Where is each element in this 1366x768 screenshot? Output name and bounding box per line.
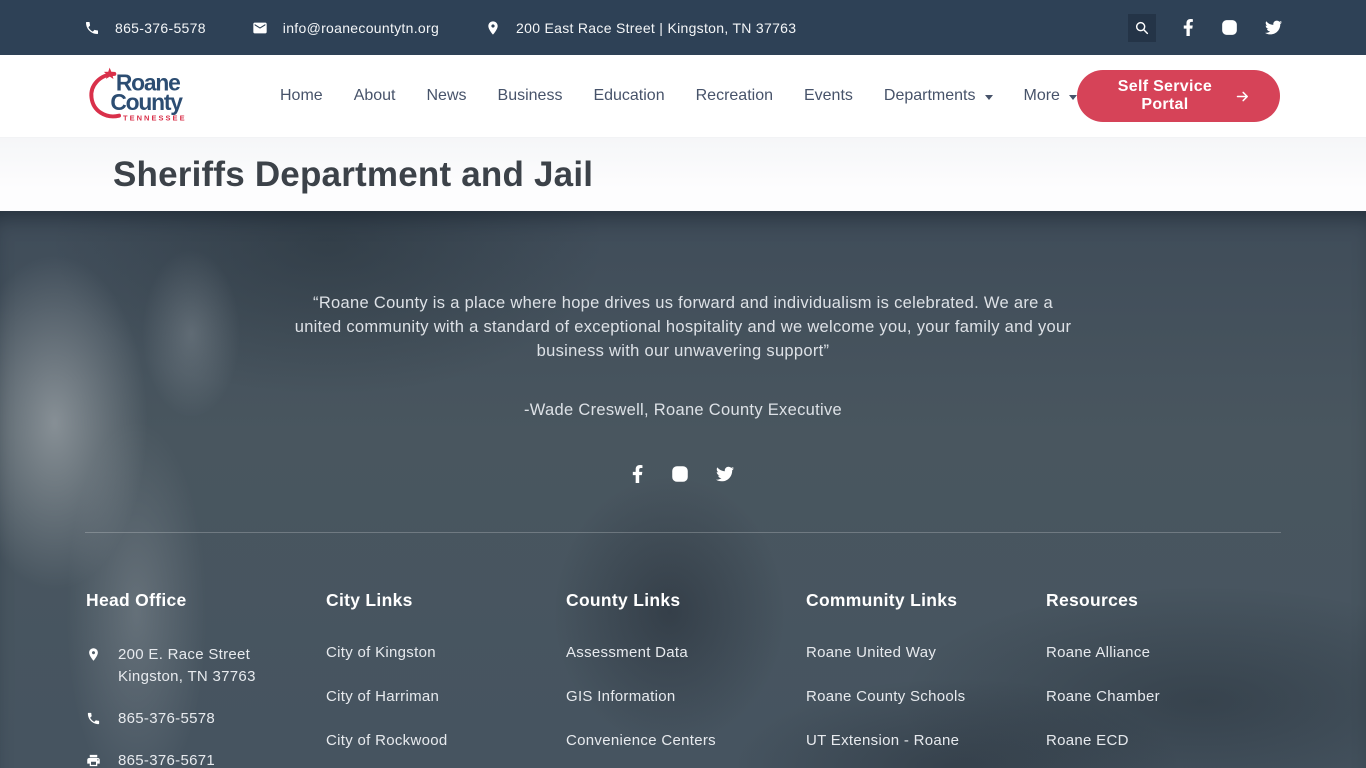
nav-item-departments[interactable]: Departments [884,87,993,105]
hero-section: “Roane County is a place where hope driv… [0,211,1366,768]
location-pin-icon [485,20,501,36]
instagram-link[interactable] [671,465,689,483]
roane-county-logo[interactable]: Roane County TENNESSEE [86,66,204,126]
topbar-email-label: info@roanecountytn.org [283,20,439,36]
instagram-link[interactable] [1221,19,1238,36]
footer-address[interactable]: 200 E. Race Street Kingston, TN 37763 [86,644,326,688]
footer-fax[interactable]: 865-376-5671 [86,750,326,768]
footer-link[interactable]: Assessment Data [566,644,806,661]
footer-link[interactable]: Roane County Schools [806,688,1046,705]
nav-label: Business [498,87,563,105]
phone-icon [86,711,101,726]
footer-link[interactable]: UT Extension - Roane [806,732,1046,749]
footer-link[interactable]: Roane United Way [806,644,1046,661]
nav-item-education[interactable]: Education [593,87,664,105]
nav-label: News [427,87,467,105]
footer-column-title: Resources [1046,590,1286,611]
location-pin-icon [86,647,101,662]
address-line1: 200 E. Race Street [118,646,250,663]
nav-item-business[interactable]: Business [498,87,563,105]
page-title: Sheriffs Department and Jail [113,155,593,195]
nav-label: Departments [884,87,976,105]
footer-phone[interactable]: 865-376-5578 [86,708,326,730]
footer-fax-label: 865-376-5671 [118,750,215,768]
hero-social-group [0,465,1366,483]
logo-text-county: County [110,89,183,115]
nav-label: Education [593,87,664,105]
footer-column-title: County Links [566,590,806,611]
nav-label: Recreation [696,87,773,105]
quote-attribution: -Wade Creswell, Roane County Executive [293,401,1073,420]
nav-item-about[interactable]: About [354,87,396,105]
footer-column-head-office: Head Office 200 E. Race Street Kingston, … [86,590,326,768]
hero-quote: “Roane County is a place where hope driv… [293,291,1073,363]
arrow-right-icon [1235,87,1250,106]
footer-column-resources: Resources Roane Alliance Roane Chamber R… [1046,590,1286,768]
page: 865-376-5578 info@roanecountytn.org 200 … [0,0,1366,768]
footer-link[interactable]: Roane Alliance [1046,644,1286,661]
twitter-icon [716,465,734,483]
nav-item-news[interactable]: News [427,87,467,105]
topbar: 865-376-5578 info@roanecountytn.org 200 … [0,0,1366,55]
facebook-link[interactable] [1183,19,1194,36]
quote-block: “Roane County is a place where hope driv… [293,211,1073,420]
address-line2: Kingston, TN 37763 [118,668,256,685]
portal-button-label: Self Service Portal [1107,78,1223,114]
nav-label: Events [804,87,853,105]
instagram-icon [1221,19,1238,36]
twitter-link[interactable] [716,465,734,483]
facebook-icon [632,465,643,483]
footer-column-title: City Links [326,590,566,611]
footer-column-city-links: City Links City of Kingston City of Harr… [326,590,566,768]
footer: Head Office 200 E. Race Street Kingston, … [0,533,1366,768]
topbar-phone-label: 865-376-5578 [115,20,206,36]
facebook-icon [1183,19,1194,36]
envelope-icon [252,20,268,36]
nav-item-home[interactable]: Home [280,87,323,105]
search-button[interactable] [1128,14,1156,42]
topbar-phone[interactable]: 865-376-5578 [84,20,206,36]
footer-link[interactable]: City of Harriman [326,688,566,705]
nav-item-more[interactable]: More [1024,87,1077,105]
main-nav: Home About News Business Education Recre… [280,87,1077,105]
footer-link[interactable]: Convenience Centers [566,732,806,749]
twitter-link[interactable] [1265,19,1282,36]
search-icon [1134,20,1150,36]
topbar-address[interactable]: 200 East Race Street | Kingston, TN 3776… [485,20,796,36]
footer-column-county-links: County Links Assessment Data GIS Informa… [566,590,806,768]
footer-column-title: Community Links [806,590,1046,611]
navbar: Roane County TENNESSEE Home About News B… [0,55,1366,138]
chevron-down-icon [1069,95,1077,100]
footer-address-text: 200 E. Race Street Kingston, TN 37763 [118,644,256,688]
fax-icon [86,753,101,768]
self-service-portal-button[interactable]: Self Service Portal [1077,70,1280,122]
footer-link[interactable]: City of Kingston [326,644,566,661]
topbar-email[interactable]: info@roanecountytn.org [252,20,439,36]
nav-label: About [354,87,396,105]
footer-link[interactable]: Roane ECD [1046,732,1286,749]
footer-phone-label: 865-376-5578 [118,708,215,730]
nav-item-events[interactable]: Events [804,87,853,105]
footer-link[interactable]: Roane Chamber [1046,688,1286,705]
footer-column-title: Head Office [86,590,326,611]
logo-text-tennessee: TENNESSEE [123,113,187,122]
facebook-link[interactable] [632,465,643,483]
footer-column-community-links: Community Links Roane United Way Roane C… [806,590,1046,768]
nav-label: Home [280,87,323,105]
phone-icon [84,20,100,36]
instagram-icon [671,465,689,483]
footer-link[interactable]: GIS Information [566,688,806,705]
chevron-down-icon [985,95,993,100]
title-section: Sheriffs Department and Jail [0,138,1366,211]
twitter-icon [1265,19,1282,36]
nav-label: More [1024,87,1060,105]
footer-link[interactable]: City of Rockwood [326,732,566,749]
topbar-address-label: 200 East Race Street | Kingston, TN 3776… [516,20,796,36]
topbar-social-group [1128,14,1282,42]
nav-item-recreation[interactable]: Recreation [696,87,773,105]
